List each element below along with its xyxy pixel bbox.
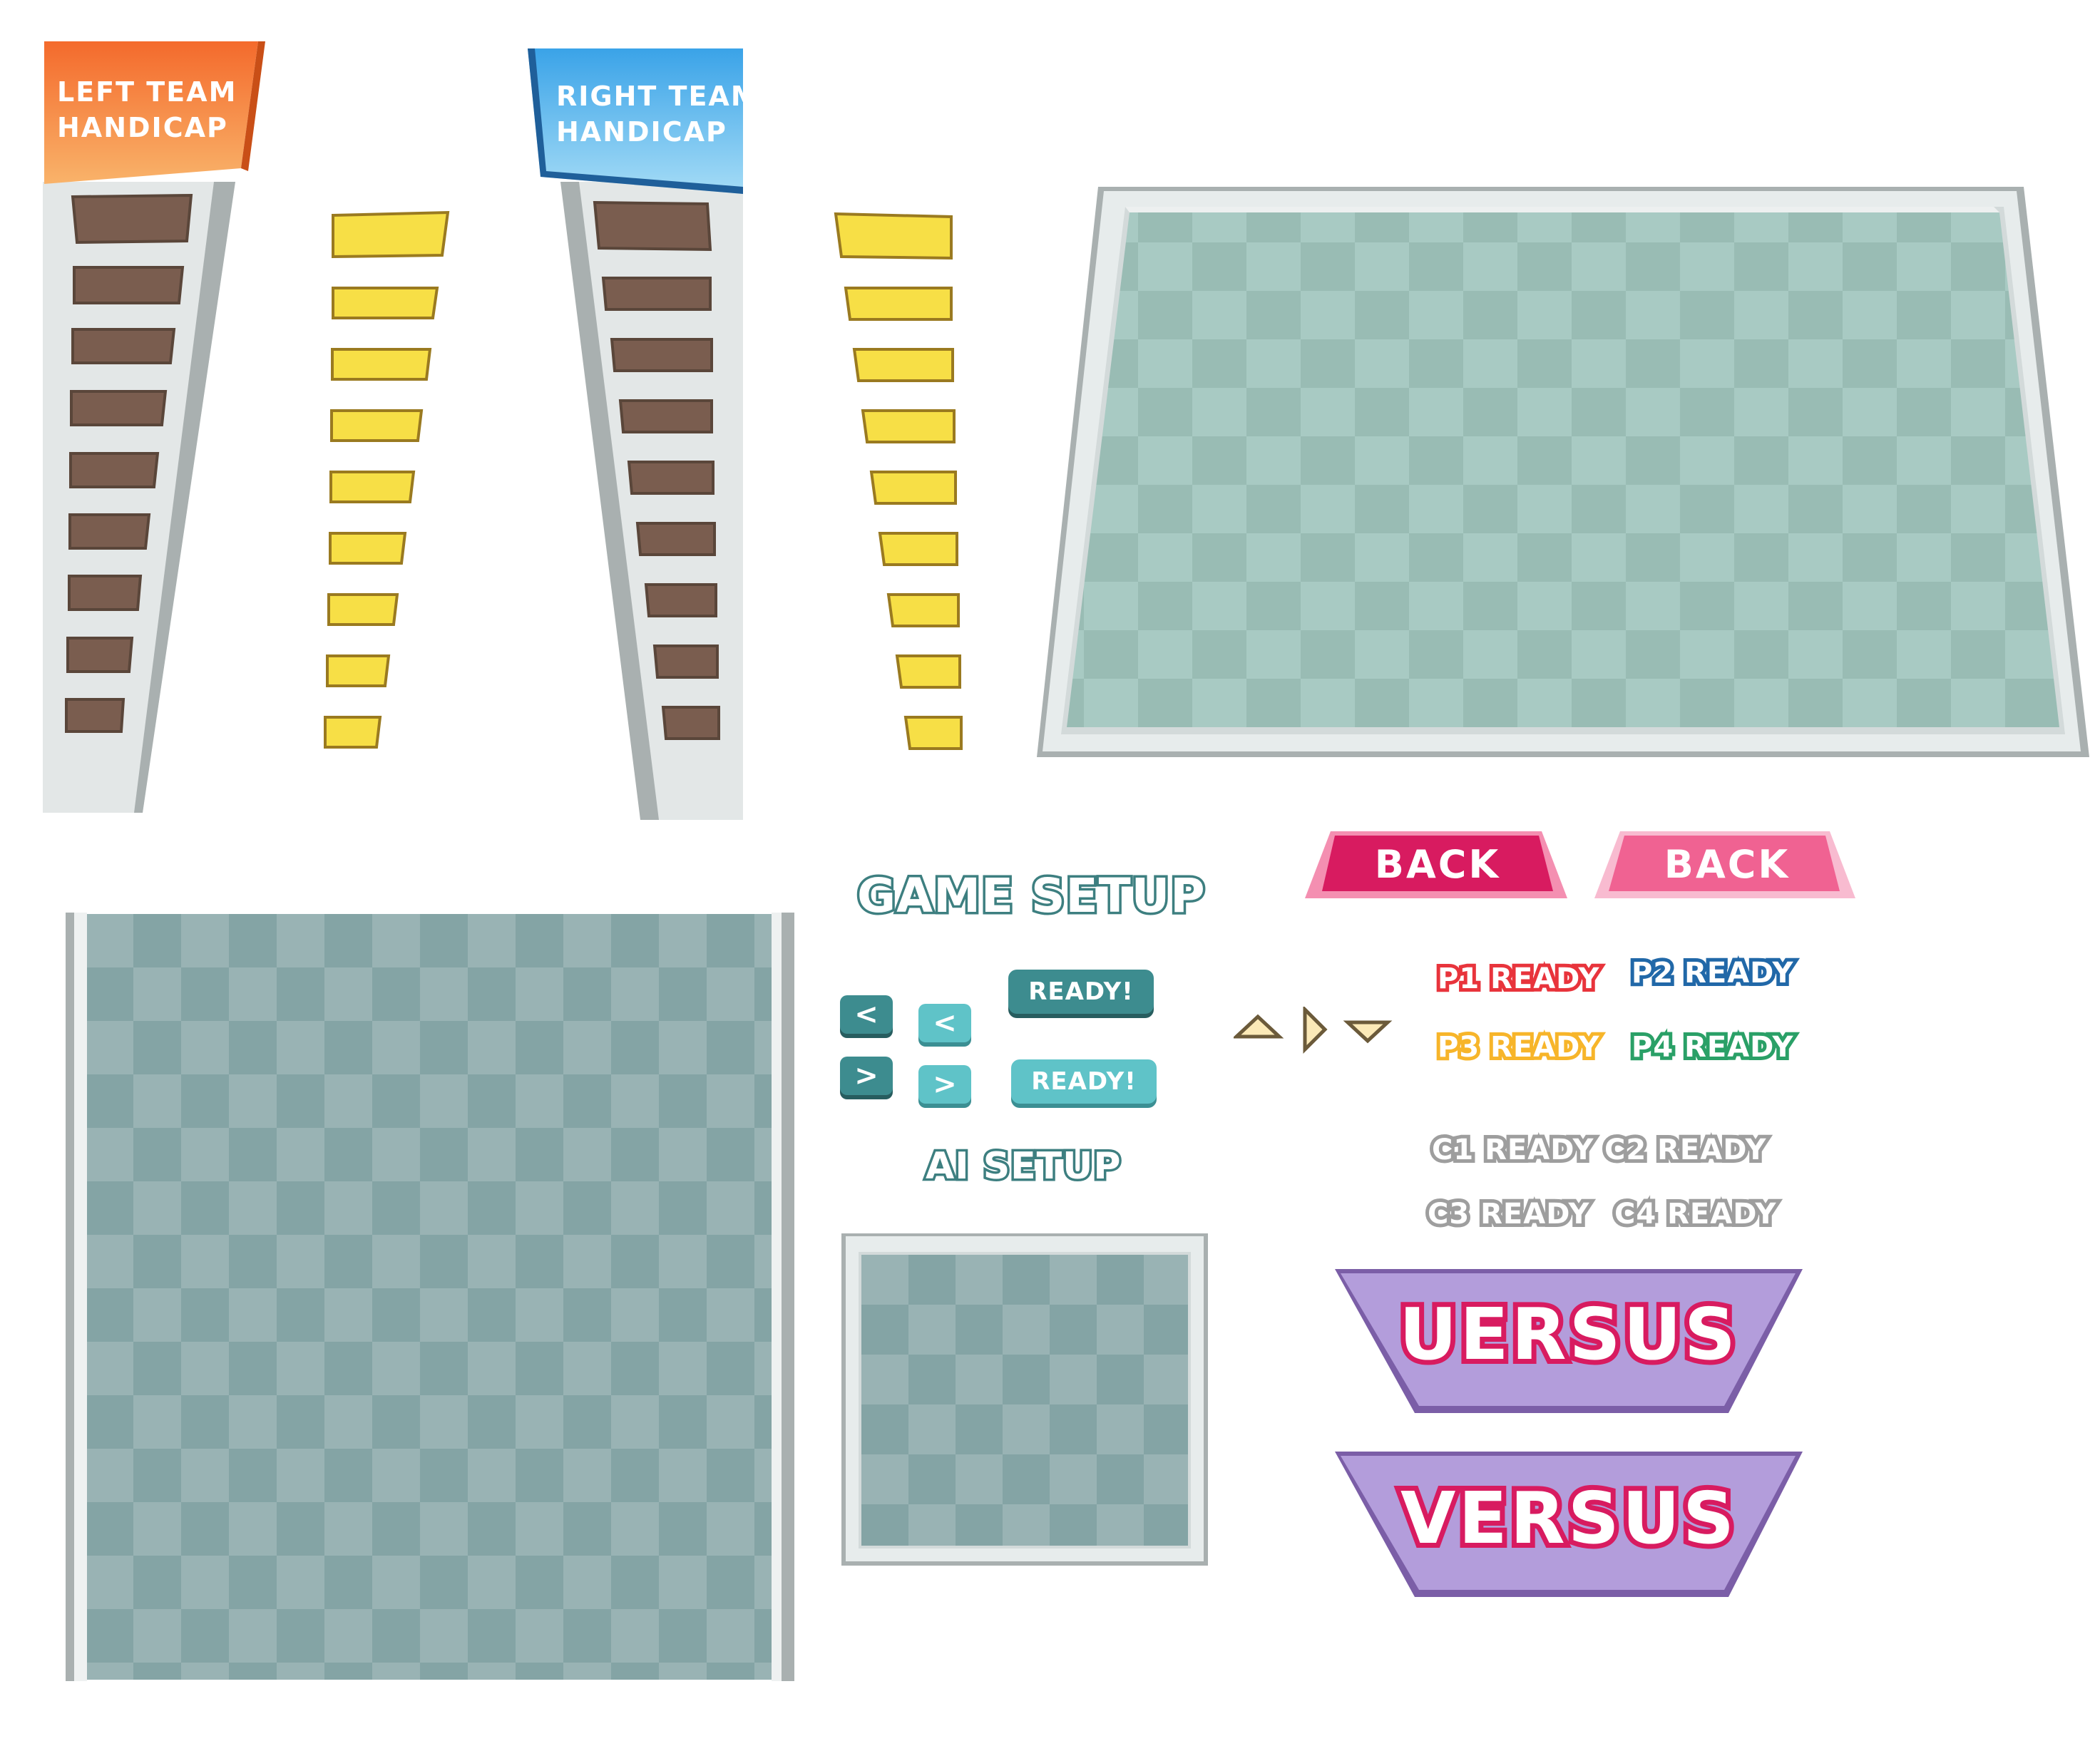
left-team-header-line2: HANDICAP xyxy=(57,112,228,143)
right-handicap-tower xyxy=(528,48,743,820)
back-button-dark[interactable]: BACK xyxy=(1331,836,1545,893)
left-handicap-pips xyxy=(324,210,450,749)
ready-button-dark[interactable]: READY! xyxy=(1008,970,1154,1014)
arena-board-tall xyxy=(66,913,794,1681)
prev-button-light[interactable]: < xyxy=(918,1004,971,1042)
left-handicap-tower xyxy=(43,41,265,813)
p2-ready-badge: P2 READY xyxy=(1628,953,1796,993)
game-setup-title: GAME SETUP xyxy=(855,866,1208,926)
ready-button-light[interactable]: READY! xyxy=(1011,1059,1157,1104)
chevron-left-icon: < xyxy=(933,1007,957,1039)
down-triangle-icon xyxy=(1343,1020,1393,1044)
right-handicap-pips xyxy=(834,212,963,750)
p3-ready-badge: P3 READY xyxy=(1434,1027,1602,1067)
c2-ready-badge: C2 READY xyxy=(1601,1130,1769,1170)
next-button-light[interactable]: > xyxy=(918,1065,971,1104)
ai-setup-title: AI SETUP xyxy=(923,1143,1122,1191)
arena-board-small xyxy=(841,1233,1208,1566)
chevron-right-icon: > xyxy=(854,1059,879,1092)
next-button-dark[interactable]: > xyxy=(840,1057,893,1095)
chevron-right-icon: > xyxy=(933,1068,957,1101)
right-team-header-line2: HANDICAP xyxy=(556,116,727,148)
arena-board-perspective xyxy=(1037,187,2089,757)
c3-ready-badge: C3 READY xyxy=(1424,1194,1592,1234)
c1-ready-badge: C1 READY xyxy=(1428,1130,1597,1170)
chevron-left-icon: < xyxy=(854,998,879,1031)
up-triangle-icon xyxy=(1234,1014,1284,1039)
p4-ready-badge: P4 READY xyxy=(1628,1027,1796,1067)
right-triangle-icon xyxy=(1303,1007,1328,1054)
left-team-header-line1: LEFT TEAM xyxy=(57,76,237,108)
versus-label-2: VERSUS xyxy=(1395,1472,1739,1565)
back-button-light[interactable]: BACK xyxy=(1620,836,1834,893)
triangle-icons xyxy=(1234,1007,1393,1054)
versus-label-1: UERSUS xyxy=(1394,1288,1741,1381)
p1-ready-badge: P1 READY xyxy=(1434,959,1602,999)
prev-button-dark[interactable]: < xyxy=(840,995,893,1034)
c4-ready-badge: C4 READY xyxy=(1611,1194,1779,1234)
right-team-header-line1: RIGHT TEAM xyxy=(556,81,759,112)
